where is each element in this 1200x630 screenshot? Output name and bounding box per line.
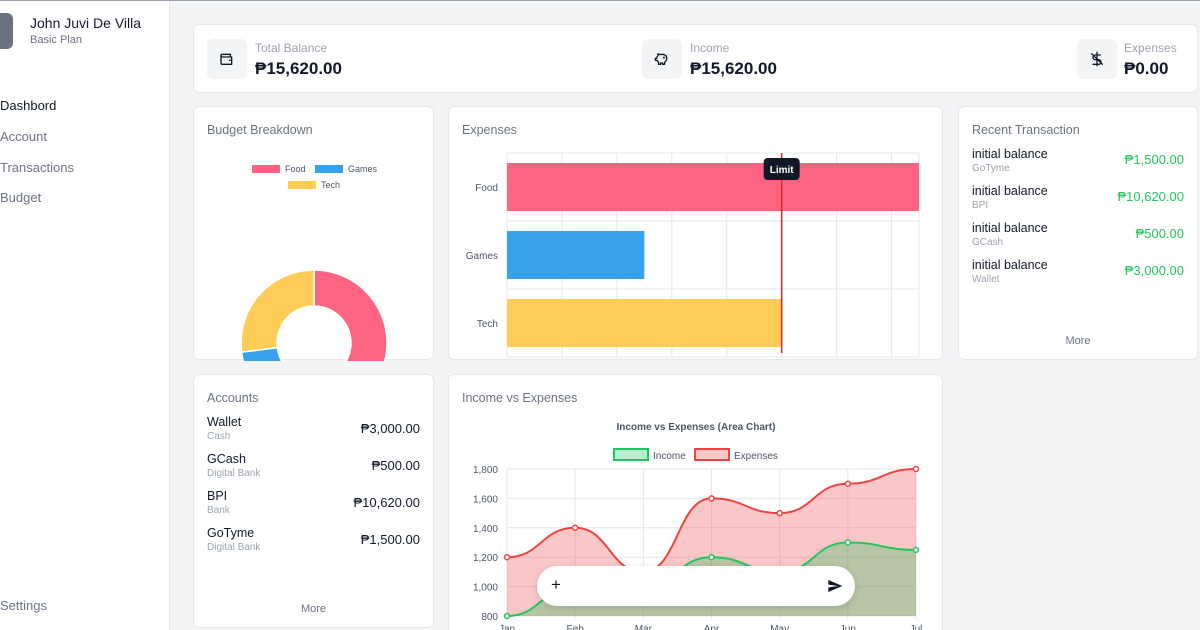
wallet-icon xyxy=(207,39,247,79)
transaction-amount: ₱10,620.00 xyxy=(1117,189,1184,204)
transaction-name: initial balance xyxy=(972,258,1048,272)
plus-icon[interactable]: + xyxy=(551,575,561,595)
transaction-name: initial balance xyxy=(972,221,1048,235)
y-tick-label: 1,800 xyxy=(473,465,498,476)
expenses-chart-card: Expenses 020406080100120140150FoodGamesT… xyxy=(448,106,943,360)
transaction-source: Wallet xyxy=(972,274,1000,285)
y-tick-label: 1,200 xyxy=(473,553,498,564)
transaction-amount: ₱500.00 xyxy=(1135,226,1184,241)
x-tick-label: Apr xyxy=(704,624,720,630)
x-tick-label: Jul xyxy=(910,624,923,630)
account-type: Cash xyxy=(207,431,231,442)
y-tick-label: 1,400 xyxy=(473,524,498,535)
data-point-income xyxy=(844,539,852,546)
data-point-expenses xyxy=(708,495,715,502)
y-tick-label: 1,000 xyxy=(473,583,498,594)
total-balance-label: Total Balance xyxy=(255,41,328,55)
transaction-amount: ₱3,000.00 xyxy=(1124,263,1184,278)
x-tick-label: Feb xyxy=(567,624,585,630)
income-label: Income xyxy=(690,41,730,55)
account-name: GCash xyxy=(207,452,246,466)
bar-games xyxy=(507,231,645,279)
bar-food xyxy=(507,163,919,211)
dollar-icon xyxy=(1077,39,1117,79)
send-icon[interactable] xyxy=(827,578,843,594)
transaction-name: initial balance xyxy=(972,147,1048,161)
account-amount: ₱3,000.00 xyxy=(360,421,420,436)
limit-label: Limit xyxy=(770,165,795,176)
piggy-bank-icon xyxy=(642,39,682,79)
recent-transactions-more-link[interactable]: More xyxy=(959,335,1197,347)
account-amount: ₱500.00 xyxy=(371,458,420,473)
expenses-bar-chart: 020406080100120140150FoodGamesTechLimit xyxy=(466,152,920,358)
income-value: ₱15,620.00 xyxy=(690,59,777,78)
legend-label-income: Income xyxy=(653,451,686,462)
y-tick-label: Tech xyxy=(477,319,498,330)
expenses-value: ₱0.00 xyxy=(1124,59,1169,78)
recent-transactions-title: Recent Transaction xyxy=(972,123,1080,137)
account-type: Digital Bank xyxy=(207,468,261,479)
data-point-expenses xyxy=(912,465,920,473)
accounts-card: Accounts Wallet Cash ₱3,000.00 GCash Dig… xyxy=(193,374,434,628)
nav-item-budget[interactable]: Budget xyxy=(0,190,41,205)
account-type: Bank xyxy=(207,505,230,516)
nav-item-settings[interactable]: Settings xyxy=(0,598,47,613)
nav-item-transactions[interactable]: Transactions xyxy=(0,160,74,175)
y-tick-label: Food xyxy=(475,183,498,194)
legend-label-expenses: Expenses xyxy=(734,451,778,462)
accounts-title: Accounts xyxy=(207,391,259,405)
donut-slice-tech xyxy=(240,269,315,353)
stats-card: Total Balance ₱15,620.00 Income ₱15,620.… xyxy=(193,24,1198,93)
user-plan: Basic Plan xyxy=(30,34,82,46)
data-point-expenses xyxy=(844,480,852,487)
budget-donut-chart xyxy=(240,269,388,361)
y-tick-label: 800 xyxy=(481,612,498,623)
chat-input-bar: + xyxy=(537,566,855,606)
x-tick-label: Jun xyxy=(840,624,856,630)
data-point-expenses xyxy=(776,509,783,517)
recent-transactions-card: Recent Transaction initial balance GoTym… xyxy=(958,106,1198,360)
account-amount: ₱1,500.00 xyxy=(360,532,420,547)
data-point-expenses xyxy=(503,553,511,561)
data-point-income xyxy=(503,612,511,620)
y-tick-label: Games xyxy=(466,251,498,262)
account-name: BPI xyxy=(207,489,228,503)
expenses-label: Expenses xyxy=(1124,41,1177,55)
transaction-name: initial balance xyxy=(972,184,1048,198)
account-amount: ₱10,620.00 xyxy=(353,495,420,510)
avatar[interactable] xyxy=(0,13,13,49)
account-name: GoTyme xyxy=(207,526,255,540)
nav-item-account[interactable]: Account xyxy=(0,129,47,144)
legend-swatch-income xyxy=(613,448,649,461)
chart-title: Income vs Expenses (Area Chart) xyxy=(617,422,776,433)
x-tick-label: Jan xyxy=(499,624,515,630)
legend-swatch-expenses xyxy=(694,448,730,461)
budget-breakdown-card: Budget Breakdown Food Games Tech xyxy=(193,106,434,361)
account-name: Wallet xyxy=(207,415,242,429)
account-type: Digital Bank xyxy=(207,542,261,553)
x-tick-label: Mar xyxy=(635,624,653,630)
chat-input[interactable] xyxy=(575,574,815,598)
user-name: John Juvi De Villa xyxy=(30,15,142,31)
top-border xyxy=(0,0,1200,1)
data-point-income xyxy=(708,553,715,561)
transaction-source: BPI xyxy=(972,200,989,211)
data-point-expenses xyxy=(571,524,579,532)
total-balance-value: ₱15,620.00 xyxy=(255,59,342,78)
accounts-more-link[interactable]: More xyxy=(194,603,433,615)
transaction-source: GCash xyxy=(972,237,1004,248)
y-tick-label: 1,600 xyxy=(473,494,498,505)
sidebar: John Juvi De Villa Basic Plan Dashbord A… xyxy=(0,1,170,630)
x-tick-label: May xyxy=(770,624,789,630)
transaction-source: GoTyme xyxy=(972,163,1010,174)
bar-tech xyxy=(507,299,782,347)
data-point-income xyxy=(912,546,920,554)
nav-item-dashboard[interactable]: Dashbord xyxy=(0,98,56,113)
transaction-amount: ₱1,500.00 xyxy=(1124,152,1184,167)
